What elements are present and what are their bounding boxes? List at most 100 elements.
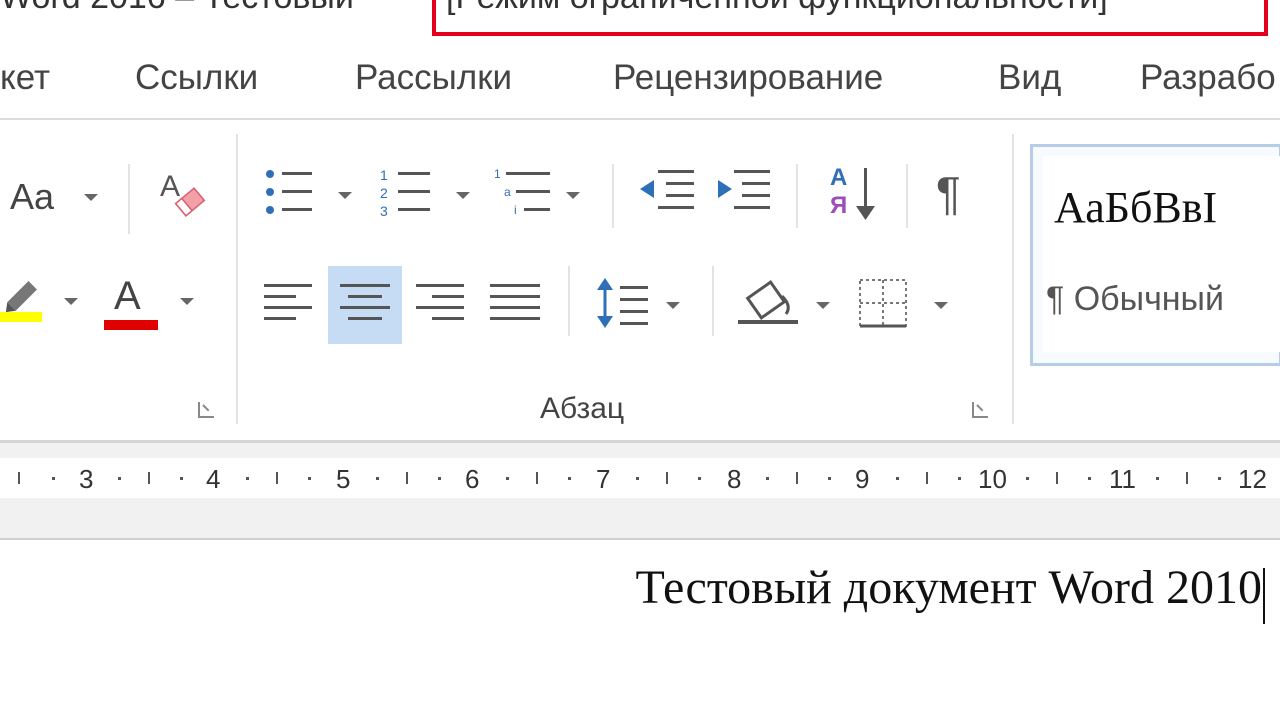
ruler-label: 9 xyxy=(855,464,870,494)
sort-button[interactable]: А Я xyxy=(826,164,882,226)
justify-icon xyxy=(490,284,540,320)
numbering-button[interactable]: 1 2 3 xyxy=(378,164,474,224)
separator xyxy=(568,266,570,336)
window-title: Word 2016 – Тестовый xyxy=(0,0,354,17)
font-color-button[interactable]: A xyxy=(100,272,200,332)
font-color-icon: A xyxy=(114,274,141,318)
chevron-down-icon xyxy=(666,302,680,309)
increase-indent-button[interactable] xyxy=(712,164,774,224)
ruler-tick xyxy=(796,472,798,484)
ruler-dot xyxy=(568,477,571,480)
align-left-button[interactable] xyxy=(256,266,324,342)
paragraph-dialog-launcher-icon[interactable] xyxy=(972,402,988,418)
ruler-dot xyxy=(1088,477,1091,480)
ruler-tick xyxy=(148,472,150,484)
ruler-label: 10 xyxy=(978,464,1007,494)
tab-mailings[interactable]: Рассылки xyxy=(355,58,512,98)
text-cursor xyxy=(1263,568,1265,624)
compat-mode-label: [Режим ограниченной функциональности] xyxy=(446,0,1108,17)
tab-references[interactable]: Ссылки xyxy=(135,58,258,98)
ruler-dot xyxy=(308,477,311,480)
ruler-label: 12 xyxy=(1238,464,1267,494)
horizontal-ruler[interactable]: 3 4 5 6 7 8 9 10 11 12 xyxy=(0,458,1280,498)
ruler-dot xyxy=(506,477,509,480)
ruler-tick xyxy=(276,472,278,484)
group-separator xyxy=(1012,134,1014,424)
ruler-tick xyxy=(536,472,538,484)
highlight-pen-icon xyxy=(0,281,42,322)
multilevel-list-icon: 1 a i xyxy=(494,167,550,217)
ruler-label: 4 xyxy=(206,464,221,494)
svg-text:A: A xyxy=(160,170,180,203)
tab-page-layout[interactable]: кет xyxy=(0,58,50,98)
ruler-dot xyxy=(376,477,379,480)
sort-letter-top: А xyxy=(830,164,848,191)
chevron-down-icon xyxy=(456,192,470,199)
numbered-list-icon: 1 2 3 xyxy=(380,167,430,219)
shading-button[interactable] xyxy=(738,266,834,342)
tab-review[interactable]: Рецензирование xyxy=(613,58,883,98)
ruler-dot xyxy=(246,477,249,480)
ruler-label: 7 xyxy=(596,464,611,494)
ruler-dot xyxy=(958,477,961,480)
line-spacing-button[interactable] xyxy=(594,266,690,342)
bullet-list-icon xyxy=(266,170,312,214)
align-center-button[interactable] xyxy=(328,266,402,344)
ruler-tick xyxy=(406,472,408,484)
svg-text:1: 1 xyxy=(494,167,501,181)
ruler-dot xyxy=(698,477,701,480)
style-sample-text: АаБбВвІ xyxy=(1054,183,1218,232)
separator xyxy=(128,164,130,234)
svg-text:2: 2 xyxy=(380,185,388,201)
font-color-swatch xyxy=(104,320,158,330)
ruler-dot xyxy=(828,477,831,480)
align-right-icon xyxy=(416,284,464,320)
bullets-button[interactable] xyxy=(262,164,358,224)
font-dialog-launcher-icon[interactable] xyxy=(198,402,214,418)
group-separator xyxy=(236,134,238,424)
ruler-tick xyxy=(18,472,20,484)
show-formatting-button[interactable]: ¶ xyxy=(934,164,984,226)
ruler-tick xyxy=(1056,472,1058,484)
separator xyxy=(612,164,614,228)
sort-letter-bottom: Я xyxy=(830,192,848,219)
multilevel-list-button[interactable]: 1 a i xyxy=(492,164,588,224)
justify-button[interactable] xyxy=(480,266,548,342)
tab-view[interactable]: Вид xyxy=(998,58,1061,98)
align-right-button[interactable] xyxy=(406,266,474,342)
highlight-color-button[interactable] xyxy=(0,272,82,332)
svg-text:3: 3 xyxy=(380,203,388,219)
decrease-indent-button[interactable] xyxy=(636,164,698,224)
ruler-dot xyxy=(766,477,769,480)
chevron-down-icon xyxy=(566,192,580,199)
document-text[interactable]: Тестовый документ Word 2010 xyxy=(636,560,1262,615)
paragraph-group-label: Абзац xyxy=(540,392,625,425)
ruler-dot xyxy=(438,477,441,480)
ruler-dot xyxy=(180,477,183,480)
borders-button[interactable] xyxy=(856,266,956,342)
sort-arrow-icon xyxy=(856,168,875,220)
ruler-dot xyxy=(52,477,55,480)
ruler-dot xyxy=(118,477,121,480)
ruler-label: 5 xyxy=(336,464,351,494)
ruler-tick xyxy=(1186,472,1188,484)
chevron-down-icon xyxy=(934,302,948,309)
clear-formatting-button[interactable]: A xyxy=(156,166,216,226)
increase-indent-icon xyxy=(718,170,770,209)
ruler-tick xyxy=(666,472,668,484)
line-spacing-icon xyxy=(597,278,648,328)
chevron-down-icon xyxy=(816,302,830,309)
separator xyxy=(906,164,908,228)
change-case-button[interactable]: Aa xyxy=(8,172,108,222)
borders-icon xyxy=(859,279,907,328)
ruler-label: 6 xyxy=(465,464,480,494)
pilcrow-icon: ¶ xyxy=(936,167,961,219)
tab-developer[interactable]: Разрабо xyxy=(1140,58,1276,98)
style-name-label: ¶ Обычный xyxy=(1046,280,1224,318)
align-center-icon xyxy=(340,284,390,320)
chevron-down-icon xyxy=(338,192,352,199)
ruler-dot xyxy=(636,477,639,480)
title-bar: Word 2016 – Тестовый [Режим ограниченной… xyxy=(0,0,1280,46)
ribbon: Aa A A 1 2 3 1 a i А Я ¶ Абзац АаБбВвІ ¶… xyxy=(0,120,1280,442)
ribbon-tabs: кет Ссылки Рассылки Рецензирование Вид Р… xyxy=(0,46,1280,120)
